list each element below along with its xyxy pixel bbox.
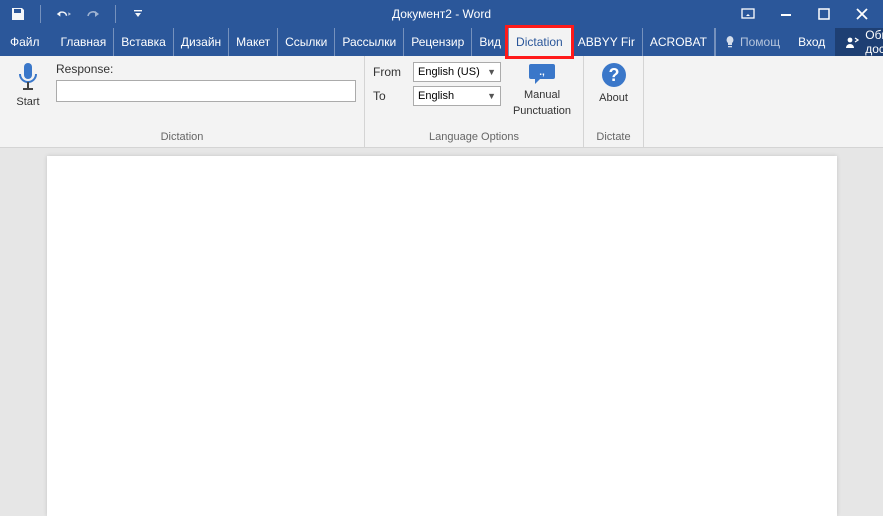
- qat-customize-icon[interactable]: [130, 6, 146, 22]
- tab-abbyy[interactable]: ABBYY Fir: [571, 28, 643, 56]
- window-controls: [741, 7, 883, 21]
- from-language-value: English (US): [418, 66, 480, 78]
- manual-punct-label1: Manual: [524, 89, 560, 102]
- tab-references[interactable]: Ссылки: [278, 28, 335, 56]
- response-label: Response:: [56, 62, 113, 76]
- to-language-value: English: [418, 90, 454, 102]
- document-area: [0, 148, 883, 507]
- close-icon[interactable]: [855, 7, 869, 21]
- tab-dictation[interactable]: Dictation: [509, 28, 571, 56]
- response-block: Response:: [56, 60, 356, 102]
- to-label: To: [373, 89, 407, 103]
- chevron-down-icon: ▼: [487, 67, 496, 77]
- start-button[interactable]: Start: [8, 60, 48, 109]
- ribbon-group-dictate: ? About Dictate: [584, 56, 644, 147]
- ribbon-group-language: From English (US) ▼ To English ▼: [365, 56, 584, 147]
- title-bar: Документ2 - Word: [0, 0, 883, 28]
- quick-access-toolbar: [0, 5, 146, 23]
- qat-separator: [115, 5, 116, 23]
- tab-mailings[interactable]: Рассылки: [335, 28, 404, 56]
- help-label: Помощ: [740, 35, 780, 49]
- svg-text:.,: .,: [539, 67, 545, 78]
- about-button[interactable]: ? About: [594, 60, 634, 105]
- response-input[interactable]: [56, 80, 356, 102]
- tell-me-help[interactable]: Помощ: [715, 28, 788, 56]
- ribbon-empty: [644, 56, 883, 147]
- window-title: Документ2 - Word: [392, 7, 491, 21]
- language-selectors: From English (US) ▼ To English ▼: [373, 60, 501, 106]
- chevron-down-icon: ▼: [487, 91, 496, 101]
- manual-punctuation-button[interactable]: ., Manual Punctuation: [509, 60, 575, 117]
- maximize-icon[interactable]: [817, 7, 831, 21]
- group-label-dictation: Dictation: [0, 129, 364, 147]
- tab-home[interactable]: Главная: [54, 28, 115, 56]
- svg-text:?: ?: [608, 65, 619, 85]
- document-page[interactable]: [47, 156, 837, 516]
- sign-in-label: Вход: [798, 35, 825, 49]
- about-label: About: [599, 92, 628, 105]
- share-label: Общий доступ: [865, 28, 883, 56]
- share-icon: [845, 35, 859, 49]
- save-icon[interactable]: [10, 6, 26, 22]
- qat-separator: [40, 5, 41, 23]
- microphone-icon: [17, 62, 39, 92]
- lightbulb-icon: [724, 35, 736, 49]
- from-language-select[interactable]: English (US) ▼: [413, 62, 501, 82]
- speech-bubble-icon: .,: [528, 62, 556, 86]
- tab-layout[interactable]: Макет: [229, 28, 278, 56]
- help-circle-icon: ?: [601, 62, 627, 88]
- tab-file[interactable]: Файл: [0, 28, 54, 56]
- minimize-icon[interactable]: [779, 7, 793, 21]
- share-button[interactable]: Общий доступ: [835, 28, 883, 56]
- sign-in-button[interactable]: Вход: [788, 28, 835, 56]
- group-label-dictate: Dictate: [584, 129, 643, 147]
- group-label-language: Language Options: [365, 129, 583, 147]
- ribbon-group-dictation: Start Response: Dictation: [0, 56, 365, 147]
- start-label: Start: [16, 96, 39, 109]
- manual-punct-label2: Punctuation: [513, 105, 571, 118]
- undo-icon[interactable]: [55, 6, 71, 22]
- tab-view[interactable]: Вид: [472, 28, 509, 56]
- from-label: From: [373, 65, 407, 79]
- tab-acrobat[interactable]: ACROBAT: [643, 28, 715, 56]
- to-language-select[interactable]: English ▼: [413, 86, 501, 106]
- tab-design[interactable]: Дизайн: [174, 28, 229, 56]
- tab-review[interactable]: Рецензир: [404, 28, 472, 56]
- ribbon-tab-bar: Файл Главная Вставка Дизайн Макет Ссылки…: [0, 28, 883, 56]
- ribbon: Start Response: Dictation From English (…: [0, 56, 883, 148]
- ribbon-options-icon[interactable]: [741, 7, 755, 21]
- tab-insert[interactable]: Вставка: [114, 28, 174, 56]
- redo-icon[interactable]: [85, 6, 101, 22]
